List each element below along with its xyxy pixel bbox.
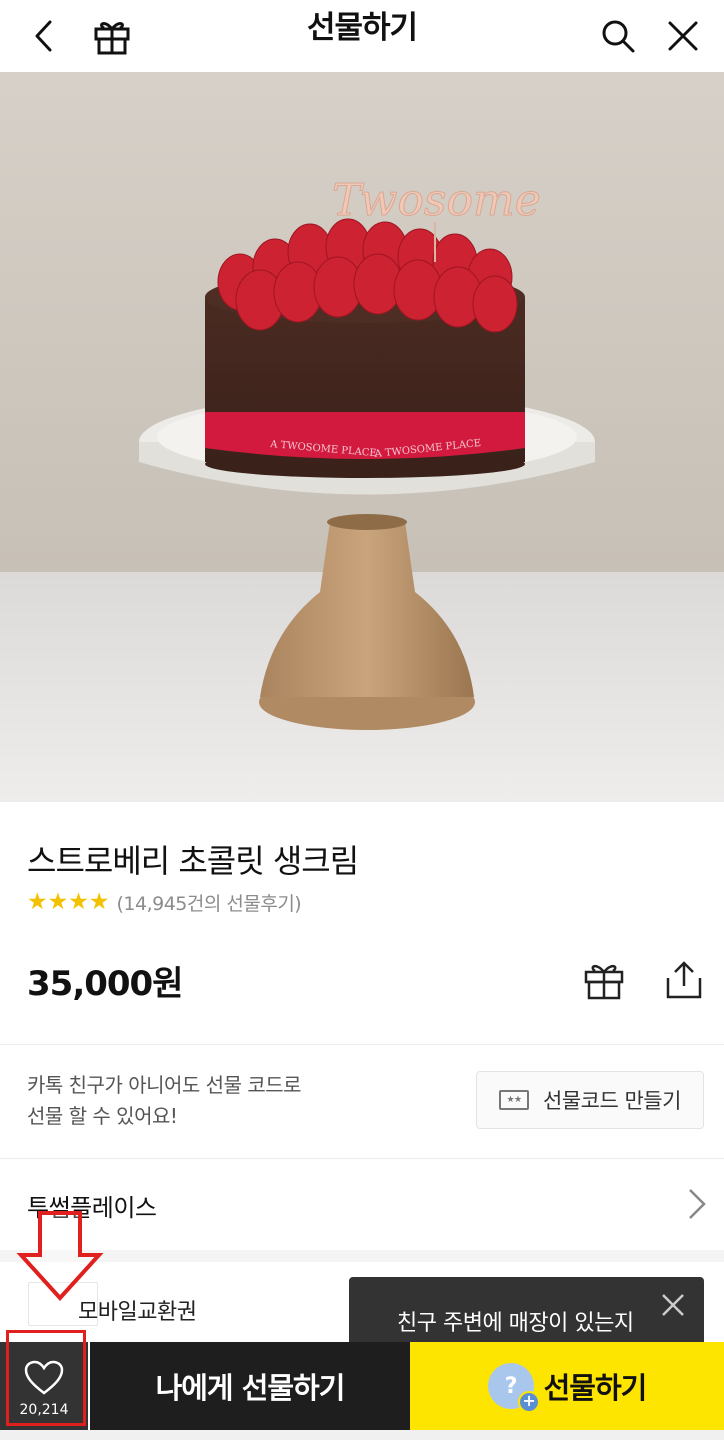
- bottom-strip: [0, 1430, 724, 1440]
- bottom-action-bar: 20,214 나에게 선물하기 ? + 선물하기: [0, 1342, 724, 1440]
- search-icon: [602, 20, 635, 53]
- annotation-highlight-box: [6, 1330, 86, 1426]
- send-gift-label: 선물하기: [543, 1371, 648, 1405]
- make-gift-code-button[interactable]: ★★ 선물코드 만들기: [476, 1071, 704, 1129]
- section-separator: [0, 1250, 724, 1262]
- product-image[interactable]: A TWOSOME PLACE A TWOSOME PLACE Twosome: [0, 72, 724, 802]
- product-price: 35,000원: [27, 964, 183, 1004]
- search-button[interactable]: [590, 8, 646, 64]
- close-icon: [668, 21, 698, 51]
- back-icon: [35, 20, 52, 52]
- cake-illustration: A TWOSOME PLACE A TWOSOME PLACE Twosome: [0, 72, 724, 802]
- ticket-icon: ★★: [499, 1090, 530, 1110]
- product-name: 스트로베리 초콜릿 생크림: [27, 842, 359, 880]
- tooltip-text: 친구 주변에 매장이 있는지: [397, 1311, 634, 1336]
- back-button[interactable]: [16, 8, 72, 64]
- cake-topper-text: Twosome: [332, 175, 541, 226]
- divider: [0, 1044, 724, 1045]
- friend-pick-icon-mark: ?: [504, 1373, 518, 1399]
- friend-pick-icon: ? +: [487, 1363, 540, 1413]
- close-icon[interactable]: [659, 1291, 687, 1319]
- gift-box-icon: [94, 22, 130, 55]
- annotation-arrow-icon: [16, 1211, 104, 1301]
- top-header: 선물하기: [0, 0, 724, 72]
- gift-code-line-2: 선물 할 수 있어요!: [27, 1104, 178, 1128]
- plus-icon: +: [517, 1391, 540, 1413]
- gift-code-description: 카톡 친구가 아니어도 선물 코드로 선물 할 수 있어요!: [27, 1070, 427, 1132]
- divider: [0, 1158, 724, 1159]
- chevron-right-icon: [689, 1189, 706, 1219]
- gift-box-icon: [584, 964, 624, 1000]
- share-button[interactable]: [658, 954, 710, 1006]
- gift-home-button[interactable]: [84, 8, 140, 64]
- star-rating-icon: ★★★★: [27, 889, 110, 915]
- send-gift-button[interactable]: ? + 선물하기: [410, 1342, 724, 1430]
- rating-row[interactable]: ★★★★ (14,945건의 선물후기): [27, 888, 302, 916]
- brand-link[interactable]: 투썸플레이스: [0, 1160, 724, 1250]
- gift-wrap-button[interactable]: [578, 954, 630, 1006]
- store-nearby-tooltip[interactable]: 친구 주변에 매장이 있는지: [349, 1277, 704, 1347]
- gift-code-line-1: 카톡 친구가 아니어도 선물 코드로: [27, 1073, 302, 1097]
- close-button[interactable]: [655, 8, 711, 64]
- make-gift-code-label: 선물코드 만들기: [543, 1089, 681, 1113]
- gift-to-me-button[interactable]: 나에게 선물하기: [90, 1342, 410, 1430]
- page-title: 선물하기: [306, 10, 418, 46]
- review-count[interactable]: (14,945건의 선물후기): [116, 889, 301, 916]
- share-icon: [666, 961, 702, 999]
